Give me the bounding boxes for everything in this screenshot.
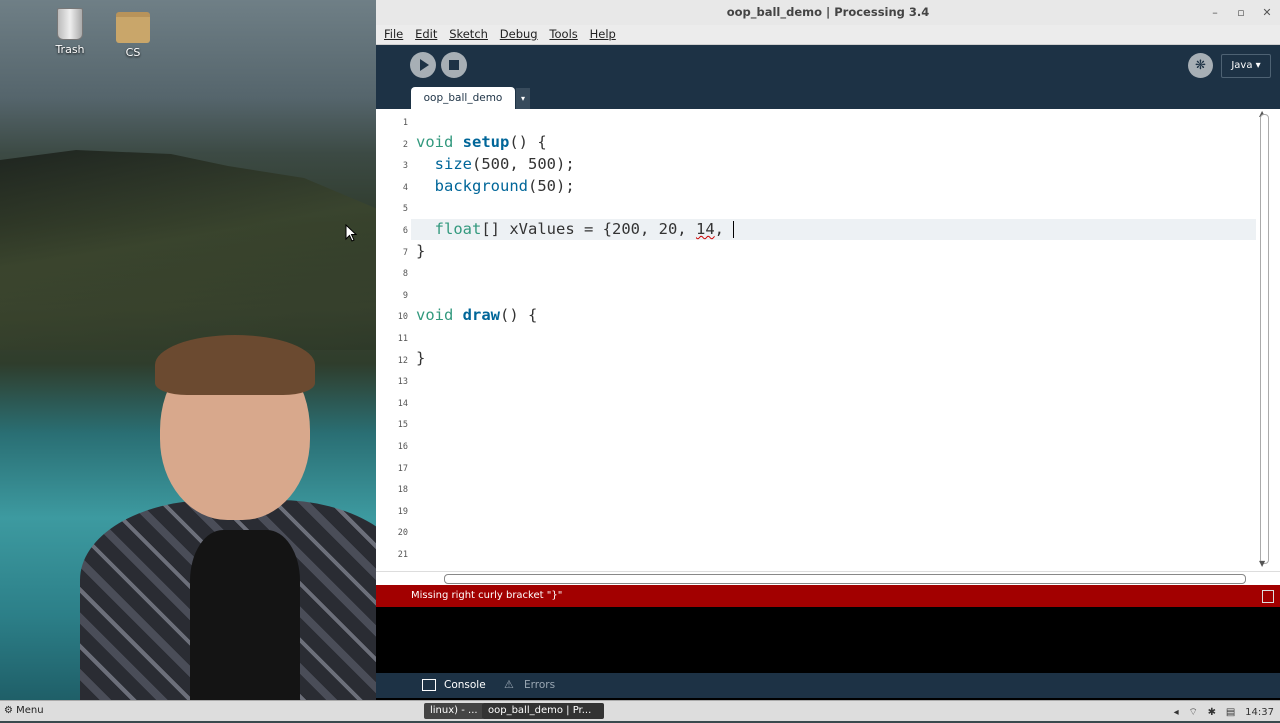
network-icon[interactable]: ▤ (1226, 703, 1235, 723)
code-line-12: } (416, 349, 426, 367)
mode-select[interactable]: Java ▾ (1221, 54, 1271, 78)
console-icon (422, 679, 436, 691)
processing-window: oop_ball_demo | Processing 3.4 – ▫ ✕ Fil… (376, 0, 1280, 700)
line-number: 15 (397, 420, 408, 431)
line-number: 17 (397, 463, 408, 474)
code-line-4: background(50); (434, 177, 575, 195)
sketch-toolbar: ❋ Java ▾ oop_ball_demo ▾ (376, 45, 1280, 109)
debug-butterfly-icon[interactable]: ❋ (1188, 53, 1213, 78)
taskbar: ⚙ Menu linux) - ... oop_ball_demo | Pr..… (0, 700, 1280, 721)
console-output[interactable] (376, 607, 1280, 673)
line-number: 13 (397, 377, 408, 388)
line-number: 2 (402, 139, 408, 150)
line-number: 16 (397, 442, 408, 452)
run-button[interactable] (410, 52, 436, 78)
desktop-icon-cs-folder[interactable]: CS (103, 8, 163, 59)
desktop-icon-label: CS (125, 46, 141, 59)
code-editor[interactable]: 1 2 3 4 5 6 7 8 9 10 11 12 13 14 15 16 17 18 19 20 21 void s… (376, 109, 1280, 571)
webcam-presenter (60, 335, 420, 700)
tab-menu-button[interactable]: ▾ (516, 88, 530, 109)
minimize-button[interactable]: – (1202, 0, 1228, 25)
stop-icon (449, 60, 459, 70)
maximize-button[interactable]: ▫ (1228, 0, 1254, 25)
line-number: 7 (402, 247, 408, 258)
wallpaper-cliff (0, 150, 380, 350)
window-titlebar[interactable]: oop_ball_demo | Processing 3.4 – ▫ ✕ (376, 0, 1280, 26)
menu-debug[interactable]: Debug (500, 25, 538, 44)
code-line-7: } (416, 242, 426, 260)
line-number: 20 (397, 528, 408, 539)
folder-icon (116, 12, 150, 43)
line-number: 5 (402, 204, 408, 215)
tab-errors[interactable]: ⚠ Errors (504, 673, 555, 698)
copy-icon[interactable] (1262, 590, 1274, 603)
code-line-3: size(500, 500); (434, 155, 575, 173)
presenter-hair (155, 335, 315, 395)
vertical-scroll-thumb[interactable] (1260, 114, 1269, 564)
console-tabs: Console ⚠ Errors (376, 673, 1280, 698)
mouse-cursor-icon (345, 224, 357, 242)
warning-icon: ⚠ (504, 678, 514, 691)
line-number: 18 (397, 485, 408, 496)
menu-help[interactable]: Help (590, 25, 616, 44)
presenter-tshirt (190, 530, 300, 700)
line-number: 9 (402, 290, 408, 301)
taskbar-task-processing[interactable]: oop_ball_demo | Pr... (482, 703, 604, 719)
line-number: 11 (397, 334, 408, 344)
close-button[interactable]: ✕ (1254, 0, 1280, 25)
line-number: 14 (397, 398, 408, 409)
code-line-2: void setup() { (416, 133, 547, 151)
start-menu-button[interactable]: ⚙ Menu (4, 701, 44, 721)
line-number: 19 (397, 506, 408, 517)
horizontal-scroll-thumb[interactable] (444, 574, 1246, 584)
horizontal-scrollbar[interactable] (376, 571, 1280, 585)
wifi-icon[interactable]: ⌔ (1188, 703, 1197, 723)
menu-sketch[interactable]: Sketch (449, 25, 488, 44)
desktop-icon-label: Trash (55, 43, 85, 56)
taskbar-task-terminal[interactable]: linux) - ... (424, 703, 484, 719)
desktop-icon-trash[interactable]: Trash (40, 8, 100, 56)
stop-button[interactable] (441, 52, 467, 78)
code-line-10: void draw() { (416, 306, 538, 324)
line-number: 8 (402, 269, 408, 280)
status-message: Missing right curly bracket "}" (411, 590, 563, 601)
error-status-bar: Missing right curly bracket "}" (376, 585, 1280, 607)
clock[interactable]: 14:37 (1245, 703, 1274, 723)
line-number: 10 (397, 312, 408, 323)
tab-console[interactable]: Console (422, 673, 486, 698)
volume-icon[interactable]: ◂ (1174, 703, 1179, 723)
line-number: 3 (402, 161, 408, 172)
bluetooth-icon[interactable]: ✱ (1208, 703, 1216, 723)
line-number: 6 (402, 226, 408, 236)
window-title: oop_ball_demo | Processing 3.4 (726, 5, 930, 19)
menu-tools[interactable]: Tools (549, 25, 577, 44)
line-number-gutter: 1 2 3 4 5 6 7 8 9 10 11 12 13 14 15 16 17 18 19 20 21 (376, 109, 411, 571)
line-number: 4 (402, 182, 408, 193)
vertical-scrollbar[interactable]: ▲ ▼ (1256, 109, 1280, 571)
line-number: 12 (397, 355, 408, 366)
line-number: 21 (397, 550, 408, 560)
menu-edit[interactable]: Edit (415, 25, 437, 44)
tab-oop-ball-demo[interactable]: oop_ball_demo (411, 87, 515, 109)
play-icon (420, 59, 429, 71)
syntax-error-underline: 14 (695, 220, 715, 238)
trash-icon (57, 8, 83, 40)
text-caret (733, 221, 735, 238)
scroll-down-icon[interactable]: ▼ (1259, 559, 1265, 568)
menu-file[interactable]: File (384, 25, 403, 44)
line-number: 1 (402, 118, 408, 128)
code-line-6: float[] xValues = {200, 20, 14, (434, 220, 735, 238)
menu-bar: File Edit Sketch Debug Tools Help (376, 25, 1280, 45)
